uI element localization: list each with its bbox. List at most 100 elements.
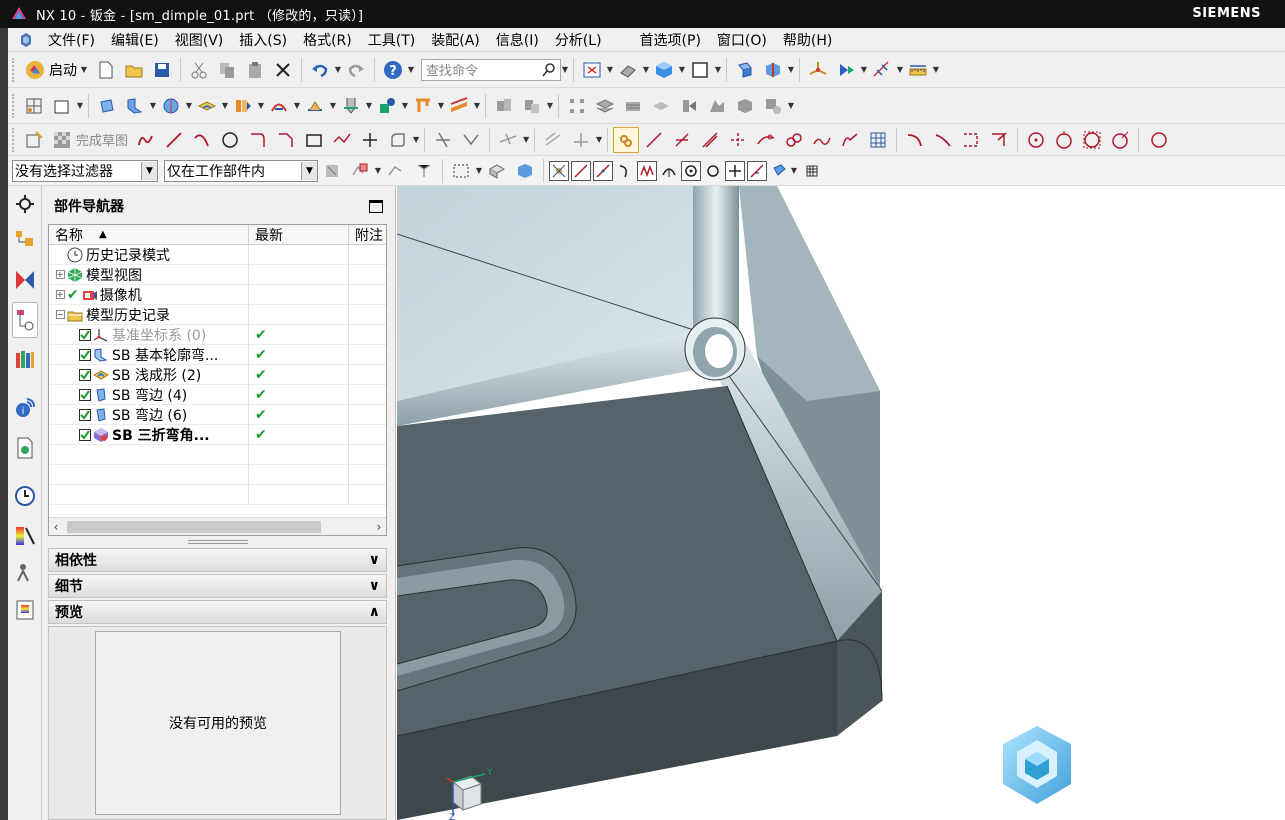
copy-icon[interactable] bbox=[214, 57, 240, 83]
tree-row[interactable]: SB 弯边 (4) ✔ bbox=[49, 384, 386, 405]
column-notes[interactable]: 附注 bbox=[349, 225, 386, 244]
maximize-icon[interactable] bbox=[369, 199, 383, 213]
scroll-left-icon[interactable]: ‹ bbox=[49, 520, 63, 534]
fit-view-icon[interactable] bbox=[579, 57, 605, 83]
open-folder-icon[interactable] bbox=[121, 57, 147, 83]
feature-grey-8-icon[interactable] bbox=[704, 93, 730, 119]
expand-icon[interactable]: + bbox=[53, 268, 67, 282]
view-cube-icon[interactable] bbox=[997, 722, 1077, 808]
filter-settings-icon[interactable] bbox=[319, 158, 345, 184]
menu-edit[interactable]: 编辑(E) bbox=[103, 30, 167, 50]
scroll-right-icon[interactable]: › bbox=[372, 520, 386, 534]
fillet-icon[interactable] bbox=[245, 127, 271, 153]
associative-icon[interactable] bbox=[613, 126, 640, 153]
column-latest[interactable]: 最新 bbox=[249, 225, 349, 244]
tree-row[interactable]: 历史记录模式 bbox=[49, 244, 386, 265]
constraint-grey-2-icon[interactable] bbox=[568, 127, 594, 153]
polygon-icon[interactable] bbox=[329, 127, 355, 153]
snap-quadrant-icon[interactable] bbox=[659, 161, 679, 181]
profile-icon[interactable] bbox=[133, 127, 159, 153]
curve-rule-icon[interactable] bbox=[383, 158, 409, 184]
wcs-icon[interactable] bbox=[805, 57, 831, 83]
sketch-curve-2-icon[interactable] bbox=[669, 127, 695, 153]
menu-assembly[interactable]: 装配(A) bbox=[423, 30, 488, 50]
menu-analysis[interactable]: 分析(L) bbox=[547, 30, 610, 50]
reuse-library-icon[interactable] bbox=[12, 342, 38, 378]
command-search-input[interactable]: 查找命令 bbox=[421, 58, 561, 81]
settings-gear-icon[interactable] bbox=[12, 190, 38, 218]
panel-splitter[interactable] bbox=[188, 540, 248, 544]
snap-view-icon[interactable] bbox=[833, 57, 859, 83]
part-navigator-icon[interactable] bbox=[12, 302, 38, 338]
lofted-flange-icon[interactable] bbox=[158, 93, 184, 119]
tree-row[interactable]: SB 弯边 (6) ✔ bbox=[49, 404, 386, 425]
grid-toggle-icon[interactable] bbox=[799, 158, 825, 184]
type-filter-select[interactable]: 没有选择过滤器 ▼ bbox=[12, 159, 158, 182]
menu-preferences[interactable]: 首选项(P) bbox=[632, 30, 709, 50]
feature-grey-10-icon[interactable] bbox=[760, 93, 786, 119]
tree-row[interactable]: SB 基本轮廓弯... ✔ bbox=[49, 344, 386, 365]
background-icon[interactable] bbox=[687, 57, 713, 83]
shaded-cube-icon[interactable] bbox=[651, 57, 677, 83]
sketch-circle-1-icon[interactable] bbox=[1023, 127, 1049, 153]
ruler-icon[interactable] bbox=[905, 57, 931, 83]
flange-icon[interactable] bbox=[94, 93, 120, 119]
tree-row[interactable]: − 模型历史记录 bbox=[49, 304, 386, 325]
menu-insert[interactable]: 插入(S) bbox=[231, 30, 295, 50]
make-corner-icon[interactable] bbox=[495, 127, 521, 153]
palette-icon[interactable] bbox=[12, 592, 38, 628]
feature-grey-9-icon[interactable] bbox=[732, 93, 758, 119]
delete-icon[interactable] bbox=[270, 57, 296, 83]
scroll-thumb[interactable] bbox=[67, 520, 321, 533]
sketch-circle-3-icon[interactable] bbox=[1079, 127, 1105, 153]
orient-view-icon[interactable] bbox=[732, 57, 758, 83]
tree-row[interactable]: + 模型视图 bbox=[49, 264, 386, 285]
snap-bounded-grid-icon[interactable] bbox=[769, 161, 789, 181]
sketch-grid-icon[interactable] bbox=[21, 93, 47, 119]
rectangle-icon[interactable] bbox=[301, 127, 327, 153]
column-name[interactable]: 名称 ▲ bbox=[49, 225, 249, 244]
punch-icon[interactable] bbox=[338, 93, 364, 119]
visibility-checkbox[interactable] bbox=[79, 428, 91, 441]
tree-row[interactable]: SB 三折弯角... ✔ bbox=[49, 424, 386, 445]
visibility-checkbox[interactable] bbox=[79, 348, 91, 361]
expand-icon[interactable]: + bbox=[53, 288, 67, 302]
offset-curve-icon[interactable] bbox=[385, 127, 411, 153]
visibility-checkbox[interactable] bbox=[79, 368, 91, 381]
sketch-circle-5-icon[interactable] bbox=[1144, 127, 1170, 153]
dimple-icon[interactable] bbox=[194, 93, 220, 119]
details-panel-header[interactable]: 细节 ∨ bbox=[48, 574, 387, 598]
feature-grey-5-icon[interactable] bbox=[620, 93, 646, 119]
graphics-window[interactable]: Y Z bbox=[397, 186, 1285, 820]
contour-flange-icon[interactable] bbox=[122, 93, 148, 119]
feature-grey-4-icon[interactable] bbox=[592, 93, 618, 119]
sketch-curve-4-icon[interactable] bbox=[725, 127, 751, 153]
corner-icon[interactable] bbox=[374, 93, 400, 119]
constraint-grey-1-icon[interactable] bbox=[540, 127, 566, 153]
redo-icon[interactable] bbox=[343, 57, 369, 83]
menu-window[interactable]: 窗口(O) bbox=[709, 30, 775, 50]
snap-mid-point-icon[interactable] bbox=[571, 160, 591, 181]
assembly-navigator-icon[interactable] bbox=[12, 222, 38, 258]
feature-grey-1-icon[interactable] bbox=[491, 93, 517, 119]
arc-icon[interactable] bbox=[189, 127, 215, 153]
save-icon[interactable] bbox=[149, 57, 175, 83]
feature-grey-6-icon[interactable] bbox=[648, 93, 674, 119]
sketch-curve-1-icon[interactable] bbox=[641, 127, 667, 153]
sketch-curve-12-icon[interactable] bbox=[986, 127, 1012, 153]
cut-icon[interactable] bbox=[186, 57, 212, 83]
tree-row[interactable]: SB 浅成形 (2) ✔ bbox=[49, 364, 386, 385]
roles-icon[interactable] bbox=[12, 558, 38, 588]
help-icon[interactable]: ? bbox=[380, 57, 406, 83]
select-face-icon[interactable] bbox=[512, 158, 538, 184]
menu-tools[interactable]: 工具(T) bbox=[360, 30, 423, 50]
sketch-circle-2-icon[interactable] bbox=[1051, 127, 1077, 153]
bead-icon[interactable] bbox=[302, 93, 328, 119]
select-body-icon[interactable] bbox=[484, 158, 510, 184]
undo-icon[interactable] bbox=[307, 57, 333, 83]
snap-control-point-icon[interactable] bbox=[593, 160, 613, 181]
paste-icon[interactable] bbox=[242, 57, 268, 83]
feature-select-icon[interactable] bbox=[347, 158, 373, 184]
sketch-curve-10-icon[interactable] bbox=[930, 127, 956, 153]
snap-existing-point-icon[interactable] bbox=[725, 160, 745, 181]
